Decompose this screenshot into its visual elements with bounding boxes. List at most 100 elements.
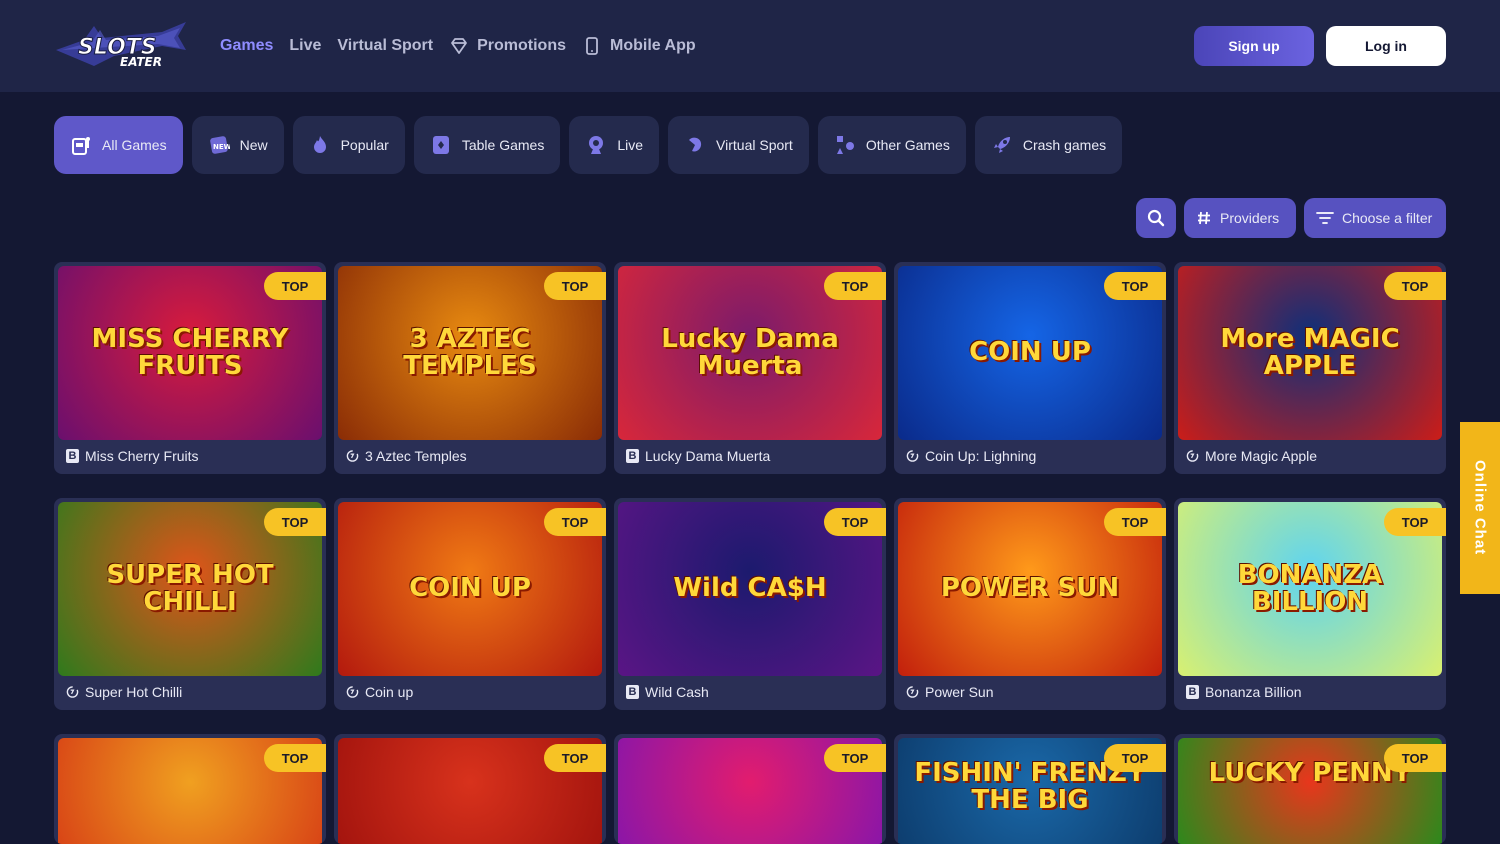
webcam-icon xyxy=(585,134,607,156)
phone-icon xyxy=(586,37,598,55)
game-title: Wild Cash xyxy=(645,684,709,700)
game-title: Miss Cherry Fruits xyxy=(85,448,199,464)
game-title: Coin up xyxy=(365,684,414,700)
nav-mobile-app[interactable]: Mobile App xyxy=(582,36,696,56)
sign-up-button[interactable]: Sign up xyxy=(1194,26,1314,66)
provider-b-icon: B xyxy=(1186,685,1199,699)
nav-virtual-sport[interactable]: Virtual Sport xyxy=(337,37,433,55)
game-caption: Coin Up: Lighning xyxy=(906,448,1036,464)
nav-live[interactable]: Live xyxy=(289,37,321,55)
top-badge: TOP xyxy=(264,272,326,300)
tab-popular[interactable]: Popular xyxy=(292,116,405,174)
tab-table-games[interactable]: Table Games xyxy=(413,116,561,174)
game-art-title: MISS CHERRY FRUITS xyxy=(91,323,289,381)
log-in-button[interactable]: Log in xyxy=(1326,26,1446,66)
game-art-title: COIN UP xyxy=(969,337,1091,368)
search-button[interactable] xyxy=(1136,198,1176,238)
provider-spin-icon xyxy=(346,685,359,699)
ball-icon xyxy=(684,134,706,156)
game-card[interactable]: TOP xyxy=(334,734,606,844)
game-caption: More Magic Apple xyxy=(1186,448,1317,464)
game-card[interactable]: LUCKY PENNY TOP xyxy=(1174,734,1446,844)
game-caption: B Lucky Dama Muerta xyxy=(626,448,770,464)
tab-new[interactable]: NEW New xyxy=(191,116,284,174)
provider-b-icon: B xyxy=(66,449,79,463)
new-icon: NEW xyxy=(208,134,230,156)
svg-text:NEW: NEW xyxy=(213,143,230,151)
game-card[interactable]: BONANZA BILLION TOP B Bonanza Billion xyxy=(1174,498,1446,710)
game-card[interactable]: COIN UP TOP Coin up xyxy=(334,498,606,710)
provider-spin-icon xyxy=(906,449,919,463)
online-chat-button[interactable]: Online Chat xyxy=(1460,422,1500,594)
game-caption: 3 Aztec Temples xyxy=(346,448,467,464)
top-badge: TOP xyxy=(1104,744,1166,772)
game-card[interactable]: COIN UP TOP Coin Up: Lighning xyxy=(894,262,1166,474)
game-art-title: SUPER HOT CHILLI xyxy=(106,559,274,617)
game-card[interactable]: 3 AZTEC TEMPLES TOP 3 Aztec Temples xyxy=(334,262,606,474)
top-badge: TOP xyxy=(264,744,326,772)
game-caption: Power Sun xyxy=(906,684,993,700)
shapes-icon xyxy=(834,134,856,156)
tab-all-games[interactable]: All Games xyxy=(54,116,183,174)
game-title: 3 Aztec Temples xyxy=(365,448,467,464)
slots-eater-logo[interactable]: SLOTS EATER xyxy=(54,20,188,72)
top-badge: TOP xyxy=(824,508,886,536)
game-card[interactable]: MISS CHERRY FRUITS TOP B Miss Cherry Fruits xyxy=(54,262,326,474)
game-art-title: BONANZA BILLION xyxy=(1237,559,1383,617)
tab-other-games[interactable]: Other Games xyxy=(817,116,966,174)
game-caption: Coin up xyxy=(346,684,413,700)
flame-icon xyxy=(309,134,331,156)
game-caption: B Wild Cash xyxy=(626,684,709,700)
rocket-icon xyxy=(991,134,1013,156)
game-card[interactable]: Wild CA$H TOP B Wild Cash xyxy=(614,498,886,710)
game-title: Super Hot Chilli xyxy=(85,684,183,700)
diamond-icon xyxy=(451,38,468,54)
game-title: Coin Up: Lighning xyxy=(925,448,1037,464)
top-badge: TOP xyxy=(544,272,606,300)
provider-spin-icon xyxy=(66,685,79,699)
game-title: More Magic Apple xyxy=(1205,448,1318,464)
game-card[interactable]: Lucky Dama Muerta TOP B Lucky Dama Muerta xyxy=(614,262,886,474)
card-icon xyxy=(430,134,452,156)
game-card[interactable]: More MAGIC APPLE TOP More Magic Apple xyxy=(1174,262,1446,474)
tab-crash-games[interactable]: Crash games xyxy=(974,116,1123,174)
top-badge: TOP xyxy=(824,744,886,772)
game-caption: B Miss Cherry Fruits xyxy=(66,448,199,464)
game-card[interactable]: SUPER HOT CHILLI TOP Super Hot Chilli xyxy=(54,498,326,710)
top-badge: TOP xyxy=(1104,508,1166,536)
game-art-title: More MAGIC APPLE xyxy=(1220,323,1400,381)
tab-virtual-sport[interactable]: Virtual Sport xyxy=(668,116,809,174)
game-art-title: 3 AZTEC TEMPLES xyxy=(403,323,537,381)
top-badge: TOP xyxy=(264,508,326,536)
hash-icon xyxy=(1198,211,1210,225)
provider-b-icon: B xyxy=(626,449,639,463)
top-badge: TOP xyxy=(1104,272,1166,300)
providers-button[interactable]: Providers xyxy=(1184,198,1296,238)
choose-filter-button[interactable]: Choose a filter xyxy=(1304,198,1446,238)
game-card[interactable]: POWER SUN TOP Power Sun xyxy=(894,498,1166,710)
provider-b-icon: B xyxy=(626,685,639,699)
game-art-title: COIN UP xyxy=(409,573,531,604)
top-badge: TOP xyxy=(824,272,886,300)
game-caption: Super Hot Chilli xyxy=(66,684,182,700)
game-card[interactable]: TOP xyxy=(54,734,326,844)
nav-promotions[interactable]: Promotions xyxy=(449,36,566,56)
main-nav: Games Live Virtual Sport Promotions Mobi… xyxy=(220,0,696,92)
nav-games[interactable]: Games xyxy=(220,37,273,55)
game-card[interactable]: TOP xyxy=(614,734,886,844)
top-badge: TOP xyxy=(544,744,606,772)
game-art-title: Wild CA$H xyxy=(673,573,827,604)
game-grid: MISS CHERRY FRUITS TOP B Miss Cherry Fruits… xyxy=(54,262,1446,844)
site-header: SLOTS EATER Games Live Virtual Sport Pro… xyxy=(0,0,1500,92)
provider-spin-icon xyxy=(906,685,919,699)
provider-spin-icon xyxy=(1186,449,1199,463)
game-card[interactable]: FISHIN' FRENZY THE BIG TOP xyxy=(894,734,1166,844)
top-badge: TOP xyxy=(544,508,606,536)
category-tabs: All Games NEW New Popular Table Games Li… xyxy=(54,116,1123,174)
game-art-title: Lucky Dama Muerta xyxy=(661,323,839,381)
svg-text:EATER: EATER xyxy=(120,55,162,69)
game-art-title: POWER SUN xyxy=(940,573,1120,604)
game-title: Lucky Dama Muerta xyxy=(645,448,771,464)
provider-spin-icon xyxy=(346,449,359,463)
tab-live[interactable]: Live xyxy=(569,116,660,174)
